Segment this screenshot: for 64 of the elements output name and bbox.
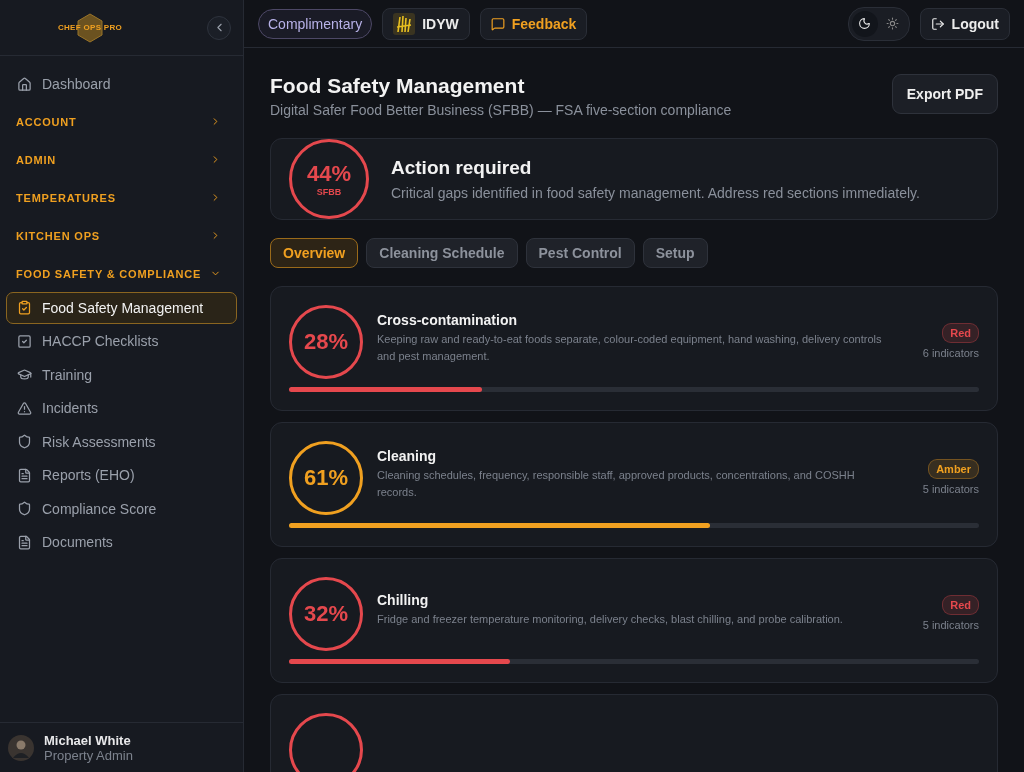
venue-logo-icon <box>393 12 416 35</box>
nav-item[interactable]: Incidents <box>6 392 237 424</box>
nav-item[interactable]: Training <box>6 358 237 391</box>
tab[interactable]: Pest Control <box>525 238 635 268</box>
logout-icon <box>930 16 945 31</box>
nav-group-header[interactable]: FOOD SAFETY & COMPLIANCE <box>6 255 237 292</box>
page-title: Food Safety Management <box>270 74 526 98</box>
nav-group-header[interactable]: TEMPERATURES <box>6 179 237 216</box>
status-heading: Action required <box>391 157 533 179</box>
shield-icon <box>17 501 32 516</box>
section-description: Keeping raw and ready-to-eat foods separate, colour-coded equipment, hand washing, delivery controls and pest management. <box>377 331 883 364</box>
user-role: Property Admin <box>44 747 133 763</box>
moon-icon <box>858 17 872 30</box>
status-badge: Amber <box>928 459 979 479</box>
section-description: Cleaning schedules, frequency, responsible staff, approved products, concentrations, and COSHH records. <box>377 467 856 500</box>
document-icon <box>17 467 32 483</box>
score-value: 44% <box>306 161 351 187</box>
section-score: 28% <box>303 329 348 355</box>
nav-group-header[interactable]: KITCHEN OPS <box>6 217 237 254</box>
shield-icon <box>17 434 32 449</box>
nav-group-header[interactable]: ACCOUNT <box>6 103 237 140</box>
nav-item[interactable]: Risk Assessments <box>6 425 237 458</box>
export-button[interactable]: Export PDF <box>891 74 998 114</box>
status-text: Critical gaps identified in food safety management. Address red sections immediately. <box>391 185 920 201</box>
score-label: SFBB <box>316 187 342 197</box>
plan-badge: Complimentary <box>258 8 373 39</box>
clipboard-check-icon <box>17 300 32 315</box>
nav-item[interactable]: Reports (EHO) <box>6 459 237 491</box>
section-title: Chilling <box>377 592 430 608</box>
section-score: 32% <box>303 601 348 627</box>
checkbox-icon <box>17 333 32 349</box>
graduation-cap-icon <box>17 367 32 382</box>
section-title: Cleaning <box>377 447 438 464</box>
section-title: Cross-contamination <box>377 311 518 328</box>
tab[interactable]: Cleaning Schedule <box>366 238 518 268</box>
section-description: Fridge and freezer temperature monitoring, delivery checks, blast chilling, and probe calibration. <box>377 612 844 627</box>
tab[interactable]: Overview <box>270 238 359 268</box>
status-badge: Red <box>942 323 979 343</box>
nav-item[interactable]: Documents <box>6 526 237 558</box>
nav-item[interactable]: Dashboard <box>6 68 237 100</box>
venue-button[interactable]: IDYW <box>382 7 470 40</box>
indicator-count: 5 indicators <box>922 483 979 495</box>
logo: CHEF OPS PRO <box>60 12 120 43</box>
indicator-count: 5 indicators <box>922 619 979 631</box>
indicator-count: 6 indicators <box>922 347 979 359</box>
sun-icon <box>886 17 900 30</box>
logout-button[interactable]: Logout <box>919 7 1010 40</box>
dark-mode-button[interactable] <box>851 10 878 37</box>
nav-item[interactable]: HACCP Checklists <box>6 325 237 357</box>
tab[interactable]: Setup <box>642 238 708 268</box>
home-icon <box>17 76 32 92</box>
nav-item[interactable]: Food Safety Management <box>6 291 237 324</box>
warning-icon <box>17 400 32 416</box>
feedback-button[interactable]: Feedback <box>479 7 588 40</box>
user-name: Michael White <box>44 732 132 748</box>
status-badge: Red <box>942 595 979 615</box>
document-icon <box>17 534 32 550</box>
collapse-button[interactable] <box>207 15 231 40</box>
avatar <box>8 734 34 761</box>
page-subtitle: Digital Safer Food Better Business (SFBB) — FSA five-section compliance <box>270 102 732 118</box>
section-score: 61% <box>303 465 348 491</box>
message-icon <box>490 16 505 31</box>
nav-group-header[interactable]: ADMIN <box>6 141 237 178</box>
nav-item[interactable]: Compliance Score <box>6 492 237 525</box>
